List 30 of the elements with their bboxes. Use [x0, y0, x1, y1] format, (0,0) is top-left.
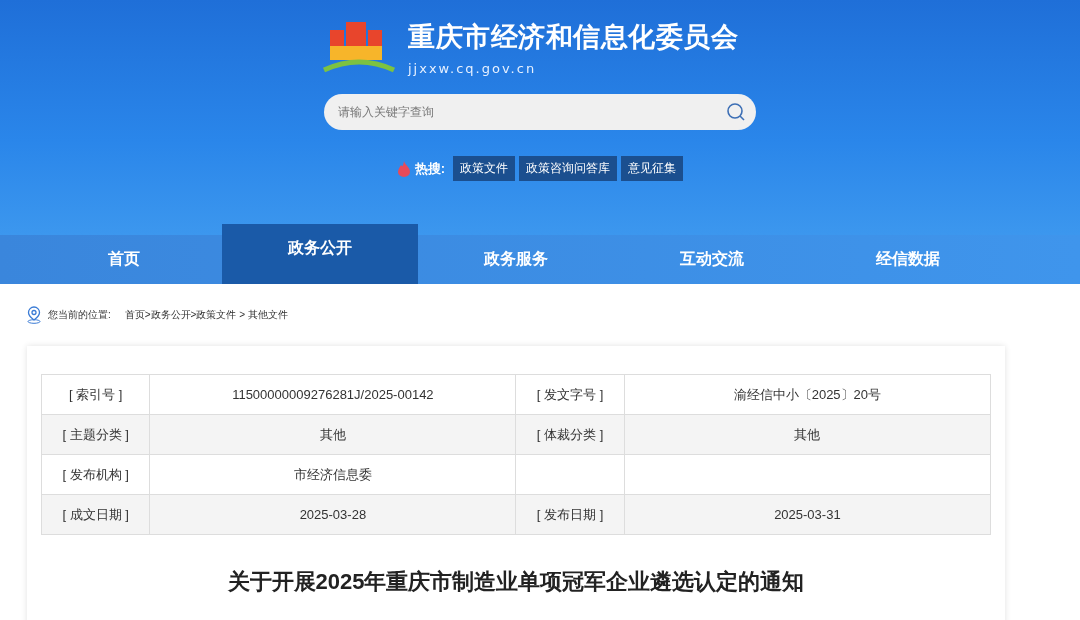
search-icon[interactable]: [726, 102, 746, 122]
nav-tab[interactable]: 政务服务: [418, 235, 614, 284]
site-domain: jjxxw.cq.gov.cn: [408, 60, 538, 76]
site-name: 重庆市经济和信息化委员会: [408, 20, 738, 54]
table-cell: 市经济信息委: [149, 454, 516, 495]
table-cell: 其他: [624, 414, 991, 455]
table-cell: 2025-03-28: [149, 494, 516, 535]
table-cell: [ 发文字号 ]: [515, 374, 625, 415]
breadcrumb-label: 您当前的位置:: [48, 308, 111, 322]
table-cell: 渝经信中小〔2025〕20号: [624, 374, 991, 415]
hot-search-tag[interactable]: 政策文件: [453, 156, 516, 181]
table-cell: [ 主题分类 ]: [41, 414, 150, 455]
table-cell: [ 索引号 ]: [41, 374, 150, 415]
nav-tab[interactable]: 政务公开: [222, 224, 418, 284]
location-pin-icon: [26, 306, 42, 324]
table-cell: 其他: [149, 414, 516, 455]
hot-search-label: 热搜:: [414, 159, 446, 178]
table-cell: [ 发布日期 ]: [515, 494, 625, 535]
flame-icon: [396, 160, 411, 177]
breadcrumb-path: 首页>政务公开>政策文件 > 其他文件: [124, 308, 288, 322]
table-cell: [ 发布机构 ]: [41, 454, 150, 495]
hot-search-tag[interactable]: 意见征集: [621, 156, 684, 181]
hot-search-tag[interactable]: 政策咨询问答库: [519, 156, 618, 181]
article-title: 关于开展2025年重庆市制造业单项冠军企业遴选认定的通知: [226, 568, 806, 596]
table-cell: 2025-03-31: [624, 494, 991, 535]
search-field[interactable]: 请输入关键字查询: [324, 94, 756, 130]
nav-tab[interactable]: 首页: [26, 235, 222, 284]
table-cell: [ 体裁分类 ]: [515, 414, 625, 455]
table-cell: 11500000009276281J/2025-00142: [149, 374, 516, 415]
table-cell: [ 成文日期 ]: [41, 494, 150, 535]
